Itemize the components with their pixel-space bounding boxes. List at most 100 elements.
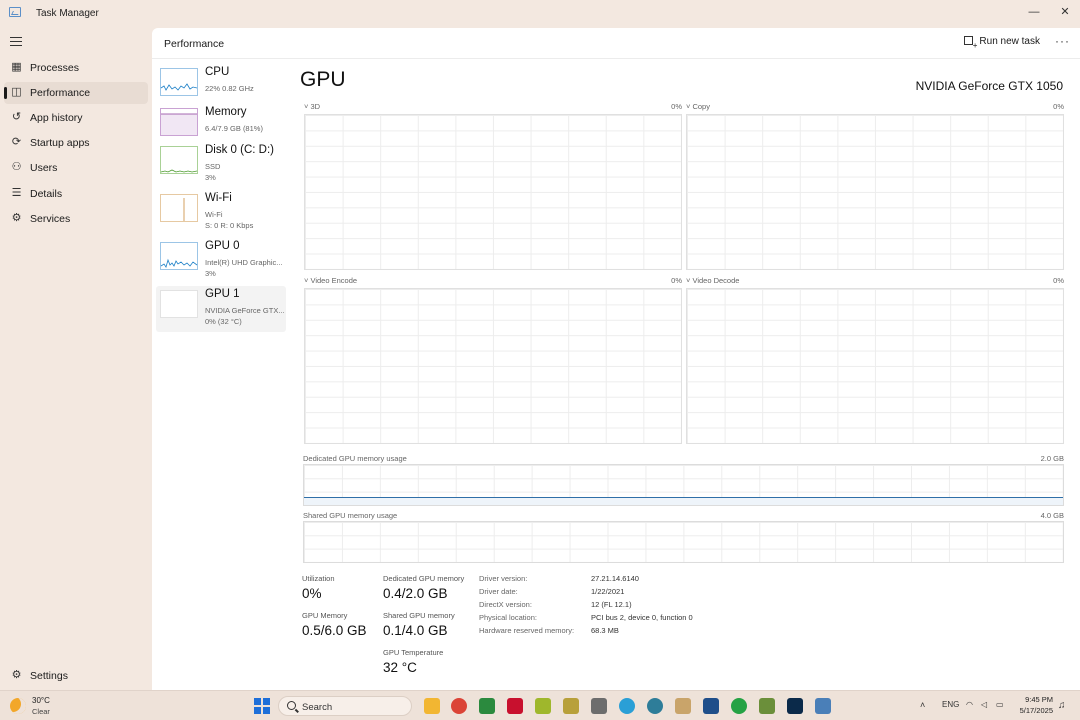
sidebar-item-label: App history bbox=[30, 112, 83, 124]
dedicated-memory-graph bbox=[303, 464, 1064, 506]
shared-memory-stat-label: Shared GPU memory bbox=[383, 611, 455, 620]
telegram-icon[interactable] bbox=[619, 698, 635, 714]
disk-thumbnail-graph bbox=[160, 146, 198, 174]
driver-date-value: 1/22/2021 bbox=[591, 587, 625, 596]
engine-video-decode-dropdown[interactable]: ˅ Video Decode bbox=[686, 276, 739, 285]
sidebar-item-label: Users bbox=[30, 162, 58, 174]
reserved-memory-label: Hardware reserved memory: bbox=[479, 626, 575, 635]
engine-copy-graph bbox=[686, 114, 1064, 270]
edge-icon[interactable] bbox=[479, 698, 495, 714]
show-hidden-icons[interactable]: ˄ bbox=[920, 700, 925, 710]
acrobat-icon[interactable] bbox=[507, 698, 523, 714]
chrome-icon[interactable] bbox=[451, 698, 467, 714]
startup-icon: ⟳ bbox=[11, 136, 22, 148]
device-detail: SSD bbox=[205, 162, 221, 171]
sidebar-item-services[interactable]: ⚙ Services bbox=[4, 208, 148, 230]
window-title: Task Manager bbox=[36, 8, 99, 19]
sidebar-item-label: Processes bbox=[30, 62, 80, 74]
taskbar-search[interactable]: Search bbox=[278, 696, 412, 716]
excel-icon[interactable] bbox=[535, 698, 551, 714]
app4-icon[interactable] bbox=[759, 698, 775, 714]
gpu-memory-value: 0.5/6.0 GB bbox=[302, 623, 367, 638]
sidebar-item-label: Performance bbox=[30, 87, 91, 99]
more-options-button[interactable]: ··· bbox=[1055, 34, 1070, 48]
hamburger-menu-icon[interactable] bbox=[10, 37, 22, 47]
notification-bell-icon[interactable]: ♫ bbox=[1058, 700, 1066, 711]
sidebar-item-settings[interactable]: ⚙ Settings bbox=[4, 665, 148, 687]
sidebar-item-label: Details bbox=[30, 188, 63, 200]
cpu-thumbnail-graph bbox=[160, 68, 198, 96]
browser-icon[interactable] bbox=[647, 698, 663, 714]
engine-3d-graph bbox=[304, 114, 682, 270]
sidebar-item-app-history[interactable]: ↺ App history bbox=[4, 107, 148, 129]
calculator-icon[interactable] bbox=[591, 698, 607, 714]
device-wifi[interactable]: Wi-Fi Wi-Fi S: 0 R: 0 Kbps bbox=[156, 190, 286, 236]
engine-video-encode-dropdown[interactable]: ˅ Video Encode bbox=[304, 276, 357, 285]
taskbar: 30°C Clear Search ˄ ENG ◠ ◁ ▭ 9:45 PM 5/… bbox=[0, 690, 1080, 720]
minimize-button[interactable]: — bbox=[1022, 3, 1046, 21]
main-panel: Performance Run new task ··· CPU 22% 0.8… bbox=[152, 28, 1080, 690]
app-icon[interactable] bbox=[563, 698, 579, 714]
photoshop-icon[interactable] bbox=[787, 698, 803, 714]
file-explorer-icon[interactable] bbox=[424, 698, 440, 714]
sidebar: ▦ Processes ◫ Performance ↺ App history … bbox=[0, 28, 152, 690]
taskbar-date[interactable]: 5/17/2025 bbox=[1020, 706, 1053, 715]
app2-icon[interactable] bbox=[675, 698, 691, 714]
device-detail: Wi-Fi bbox=[205, 210, 223, 219]
language-indicator[interactable]: ENG bbox=[942, 700, 959, 709]
processes-icon: ▦ bbox=[11, 61, 22, 73]
battery-icon[interactable]: ▭ bbox=[996, 700, 1004, 709]
weather-moon-icon[interactable] bbox=[10, 698, 26, 714]
engine-label: 3D bbox=[310, 102, 321, 111]
task-manager-icon[interactable] bbox=[815, 698, 831, 714]
engine-copy-dropdown[interactable]: ˅ Copy bbox=[686, 102, 710, 111]
driver-version-value: 27.21.14.6140 bbox=[591, 574, 639, 583]
sidebar-item-label: Services bbox=[30, 213, 71, 225]
engine-label: Video Encode bbox=[310, 276, 358, 285]
device-usage: 3% bbox=[205, 173, 216, 182]
engine-video-encode-percent: 0% bbox=[671, 276, 682, 285]
sidebar-item-startup-apps[interactable]: ⟳ Startup apps bbox=[4, 132, 148, 154]
dedicated-memory-fill bbox=[304, 497, 1063, 505]
engine-video-decode-percent: 0% bbox=[1053, 276, 1064, 285]
device-name: GPU 0 bbox=[205, 240, 240, 252]
device-name: Memory bbox=[205, 106, 247, 118]
page-header: Performance Run new task ··· bbox=[152, 28, 1080, 59]
title-bar: Task Manager — □ ✕ bbox=[0, 0, 1080, 28]
settings-icon: ⚙ bbox=[11, 669, 22, 681]
run-new-task-label: Run new task bbox=[979, 36, 1040, 47]
services-icon: ⚙ bbox=[11, 212, 22, 224]
utilization-value: 0% bbox=[302, 586, 322, 601]
shared-memory-max: 4.0 GB bbox=[1040, 511, 1064, 520]
wifi-icon[interactable]: ◠ bbox=[966, 700, 973, 709]
start-icon[interactable] bbox=[254, 698, 270, 714]
app3-icon[interactable] bbox=[703, 698, 719, 714]
engine-3d-dropdown[interactable]: ˅ 3D bbox=[304, 102, 320, 111]
search-icon bbox=[287, 701, 296, 710]
directx-version-value: 12 (FL 12.1) bbox=[591, 600, 632, 609]
sidebar-item-performance[interactable]: ◫ Performance bbox=[4, 82, 148, 104]
task-manager-icon bbox=[9, 7, 21, 17]
sidebar-item-details[interactable]: ☰ Details bbox=[4, 183, 148, 205]
engine-3d-percent: 0% bbox=[671, 102, 682, 111]
gpu1-thumbnail-graph bbox=[160, 290, 198, 318]
device-gpu-0[interactable]: GPU 0 Intel(R) UHD Graphic... 3% bbox=[156, 238, 286, 284]
device-gpu-1[interactable]: GPU 1 NVIDIA GeForce GTX... 0% (32 °C) bbox=[156, 286, 286, 332]
taskbar-time[interactable]: 9:45 PM bbox=[1025, 695, 1053, 704]
engine-label: Copy bbox=[692, 102, 710, 111]
engine-label: Video Decode bbox=[692, 276, 740, 285]
weather-description[interactable]: Clear bbox=[32, 707, 50, 716]
weather-temperature[interactable]: 30°C bbox=[32, 696, 50, 705]
volume-icon[interactable]: ◁ bbox=[981, 700, 987, 709]
whatsapp-icon[interactable] bbox=[731, 698, 747, 714]
engine-video-decode-graph bbox=[686, 288, 1064, 444]
sidebar-item-users[interactable]: ⚇ Users bbox=[4, 157, 148, 179]
driver-date-label: Driver date: bbox=[479, 587, 518, 596]
gpu0-thumbnail-graph bbox=[160, 242, 198, 270]
memory-thumbnail-graph bbox=[160, 108, 198, 136]
sidebar-item-processes[interactable]: ▦ Processes bbox=[4, 57, 148, 79]
device-disk[interactable]: Disk 0 (C: D:) SSD 3% bbox=[156, 142, 286, 188]
device-usage: S: 0 R: 0 Kbps bbox=[205, 221, 254, 230]
run-new-task-button[interactable]: Run new task bbox=[964, 36, 1040, 52]
close-button[interactable]: ✕ bbox=[1053, 3, 1077, 21]
